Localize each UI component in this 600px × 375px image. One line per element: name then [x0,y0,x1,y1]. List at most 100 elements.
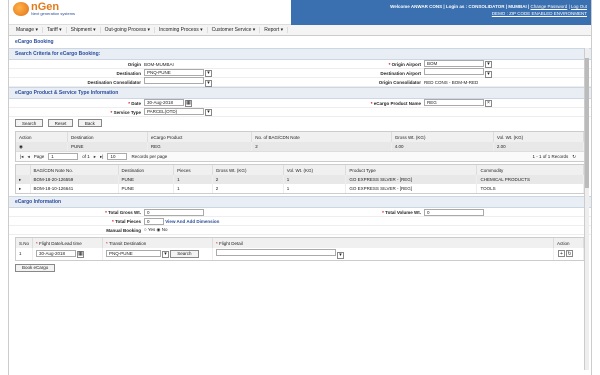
book-area: Book eCargo [9,263,591,273]
demo-link[interactable]: DEMO : ZIP CODE ENABLED ENVIRONMENT [492,11,587,16]
cell-sno: 1 [16,248,34,260]
calendar-icon[interactable]: ▦ [185,99,192,107]
total-pieces-input[interactable]: 0 [144,217,164,225]
cell-product-type: GO EXPRESS SILVER - [REG] [345,175,478,184]
table-row[interactable]: ▸ BOM-18-10-126641 PUNE 1 2 1 GO EXPRESS… [16,184,584,193]
action-buttons: Search Reset Back [9,117,591,129]
chevron-down-icon[interactable]: ▾ [485,60,492,68]
chevron-down-icon[interactable]: ▾ [205,69,212,77]
page-of-label: of 1 [82,154,90,159]
view-add-dimension-link[interactable]: View And Add Dimension [165,219,219,224]
total-gross-input[interactable]: 0 [144,208,204,216]
col-sno: S.No [16,238,34,248]
chevron-down-icon[interactable]: ▾ [337,251,345,259]
cell-destination: PUNE [67,142,148,151]
radio-no[interactable]: ◉ [157,227,161,232]
col-commodity[interactable]: Commodity [476,165,584,175]
chevron-down-icon[interactable]: ▾ [485,70,492,78]
search-button[interactable]: Search [15,119,44,127]
first-page-icon[interactable]: |◂ [20,154,23,160]
calendar-icon[interactable]: ▦ [77,250,85,258]
destination-select[interactable]: PNQ-PUNE [144,69,204,77]
header: nGen Next generation systems Welcome ANW… [9,0,591,25]
cell-destination: PUNE [118,184,175,193]
origin-airport-select[interactable]: BOM [424,60,484,68]
chevron-down-icon[interactable]: ▾ [162,250,170,258]
col-gross-wt[interactable]: Gross Wt. (KG) [391,132,494,142]
expand-icon[interactable]: ▸ [16,184,31,193]
per-page-select[interactable]: 10 [107,153,128,160]
flight-detail-select[interactable] [216,249,337,256]
cell-vol-wt: 1 [283,184,347,193]
change-password-link[interactable]: Change Password [531,4,568,9]
book-ecargo-button[interactable]: Book eCargo [15,263,56,272]
total-volume-input[interactable]: 0 [424,208,484,216]
flight-date-input[interactable]: 30-Aug-2018 [36,250,77,257]
logo-subtitle: Next generation systems [31,11,76,16]
scrollbar[interactable] [584,48,589,370]
transit-search-button[interactable]: Search [170,249,199,258]
menu-tariff[interactable]: Tariff ▾ [43,27,67,33]
col-pieces[interactable]: Pieces [173,165,213,175]
back-button[interactable]: Back [77,119,102,127]
destination-airport-select[interactable] [424,68,484,76]
page-title: eCargo Booking [15,39,54,45]
total-pieces-label: Total Pieces [115,218,141,224]
col-destination[interactable]: Destination [67,132,148,142]
logout-link[interactable]: Log Out [571,4,587,9]
menu-incoming[interactable]: Incoming Process ▾ [155,27,208,33]
welcome-text: Welcome ANWAR CONS | Login as : CONSOLID… [390,4,530,9]
add-icon[interactable]: + [558,250,565,258]
col-destination[interactable]: Destination [118,165,175,175]
search-section-title: Search Criteria for eCargo Booking: [9,48,591,60]
reset-button[interactable]: Reset [47,119,74,127]
manual-booking-label: Manual Booking [106,227,141,233]
menu-customer-service[interactable]: Customer Service ▾ [208,27,261,33]
menu-shipment[interactable]: Shipment ▾ [67,27,101,33]
next-page-icon[interactable]: ▸ [94,154,96,160]
destination-airport-label: Destination Airport [380,70,421,76]
chevron-down-icon[interactable]: ▾ [205,79,212,87]
col-vol-wt[interactable]: Vol. Wt. (KG) [493,132,585,142]
service-type-row: * Service Type PARCEL(OTD) ▾ [9,108,591,117]
date-input[interactable]: 30-Aug-2018 [144,99,184,107]
col-bag-no[interactable]: BAG/CDN Note No. [30,165,119,175]
radio-selected[interactable]: ◉ [19,144,23,149]
last-page-icon[interactable]: ▸| [100,154,103,160]
refresh-icon[interactable]: ↻ [572,154,576,160]
origin-value: BOM-MUMBAI [144,61,174,67]
menu-manage[interactable]: Manage ▾ [12,27,43,33]
menu-outgoing[interactable]: Out-going Process ▾ [101,27,155,33]
transit-destination-select[interactable]: PNQ-PUNE [106,250,162,258]
col-bag-count[interactable]: No. of BAG/CDN Note [251,132,392,142]
yes-label: Yes [147,227,156,232]
table-row[interactable]: ◉ PUNE REG 2 4.00 2.00 [16,142,585,151]
close-icon[interactable]: × [485,99,492,107]
menu-report[interactable]: Report ▾ [260,27,289,33]
table-row[interactable]: ▸ BOM-18-20-126559 PUNE 1 2 1 GO EXPRESS… [16,175,584,184]
destination-consolidator-select[interactable] [144,77,204,85]
cell-vol-wt: 2.00 [493,142,585,151]
cell-bag-no: BOM-18-20-126559 [30,175,119,184]
radio-yes[interactable]: ○ [144,227,147,232]
product-name-input[interactable]: REG [424,99,484,107]
cell-pieces: 1 [173,184,213,193]
page-input[interactable]: 1 [48,153,79,160]
col-vol-wt[interactable]: Vol. Wt. (KG) [283,165,347,175]
chevron-down-icon[interactable]: ▾ [205,108,212,116]
per-page-label: Records per page [131,154,168,159]
date-row: * Date 30-Aug-2018 ▦ * eCargo Product Nam… [9,99,591,108]
scrollbar-thumb[interactable] [585,58,589,188]
col-product[interactable]: eCargo Product [147,132,253,142]
service-type-select[interactable]: PARCEL(OTD) [144,108,204,116]
cell-product: REG [147,142,253,151]
col-gross-wt[interactable]: Gross Wt. (KG) [212,165,284,175]
detail-grid: BAG/CDN Note No. Destination Pieces Gros… [15,164,585,194]
col-product-type[interactable]: Product Type [345,165,478,175]
expand-icon[interactable]: ▸ [16,175,31,184]
page-label: Page [33,154,45,159]
cell-gross-wt: 2 [212,184,284,193]
total-gross-label: Total Gross Wt. [108,209,141,215]
prev-page-icon[interactable]: ◂ [27,154,29,160]
refresh-icon[interactable]: ↻ [566,250,573,258]
